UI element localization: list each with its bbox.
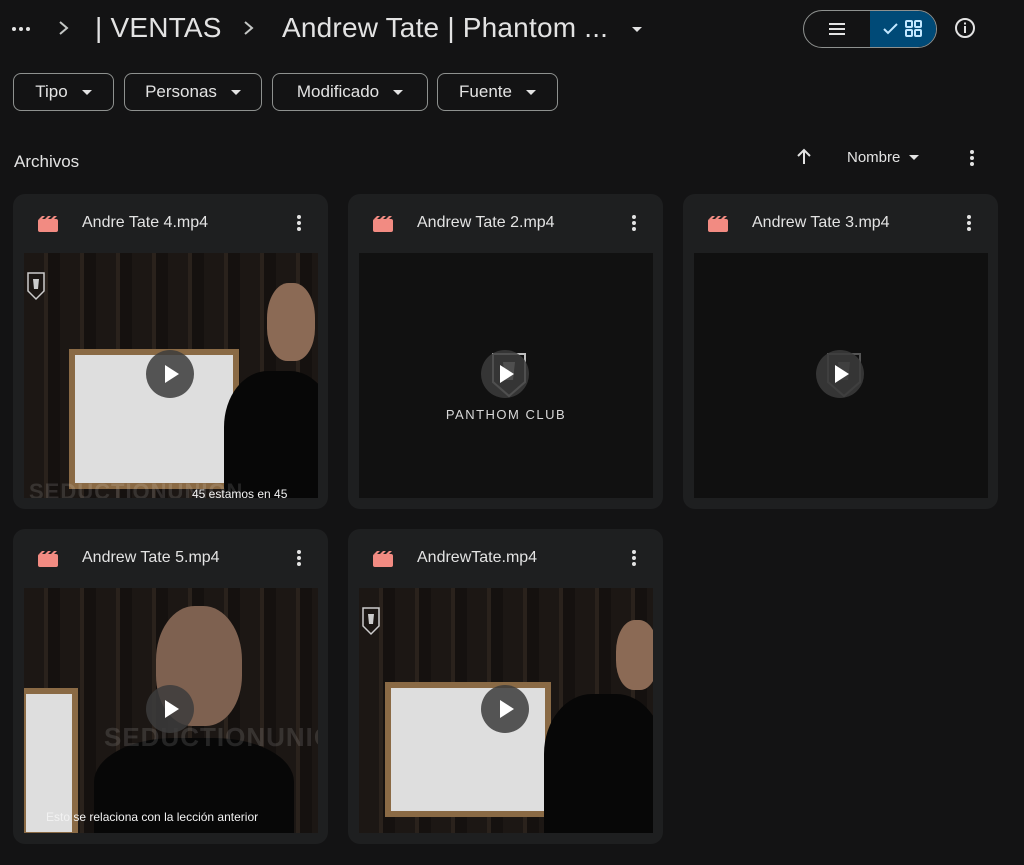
more-vert-icon[interactable]	[289, 548, 309, 568]
filter-chip-label: Fuente	[459, 82, 512, 101]
arrow-up-icon[interactable]	[794, 147, 814, 167]
play-icon[interactable]	[816, 350, 864, 398]
video-thumbnail[interactable]: SEDUCTIONUNION 45 estamos en 45	[24, 253, 318, 498]
sort-by-button[interactable]: Nombre	[847, 149, 920, 166]
list-view-button[interactable]	[804, 11, 870, 47]
file-card[interactable]: AndrewTate.mp4	[348, 529, 663, 844]
file-card[interactable]: Andrew Tate 2.mp4 PANTHOM CLUB	[348, 194, 663, 509]
filter-chip-type[interactable]: Tipo	[13, 73, 114, 111]
file-card[interactable]: Andrew Tate 5.mp4 SEDUCTIONUNION Esto se…	[13, 529, 328, 844]
top-bar: | VENTAS Andrew Tate | Phantom ...	[0, 0, 1024, 58]
person-head	[267, 283, 315, 361]
filter-chip-source[interactable]: Fuente	[437, 73, 558, 111]
file-card[interactable]: Andrew Tate 3.mp4	[683, 194, 998, 509]
more-vert-icon[interactable]	[289, 213, 309, 233]
video-file-icon	[708, 216, 728, 232]
chevron-right-icon	[244, 21, 254, 35]
more-vert-icon[interactable]	[624, 213, 644, 233]
watermark-text: SEDUCTIONUNION	[104, 722, 318, 752]
section-title: Archivos	[14, 152, 80, 171]
breadcrumb-item-current-folder[interactable]: Andrew Tate | Phantom ...	[282, 12, 608, 44]
sort-by-label: Nombre	[847, 149, 901, 166]
filter-chip-label: Tipo	[35, 82, 68, 101]
chevron-right-icon	[59, 21, 69, 35]
club-logo-icon	[27, 272, 45, 301]
filter-chip-label: Personas	[145, 82, 217, 101]
person-head	[616, 620, 653, 690]
filter-chip-modified[interactable]: Modificado	[272, 73, 428, 111]
video-file-icon	[38, 216, 58, 232]
play-icon[interactable]	[481, 685, 529, 733]
video-thumbnail[interactable]	[694, 253, 988, 498]
breadcrumb-more-icon[interactable]	[10, 18, 32, 40]
person-figure	[544, 694, 653, 833]
chevron-down-icon	[909, 155, 920, 160]
play-icon[interactable]	[146, 350, 194, 398]
chevron-down-icon	[81, 89, 92, 95]
file-name: Andrew Tate 2.mp4	[417, 214, 555, 231]
grid-view-button[interactable]	[870, 11, 936, 47]
video-file-icon	[373, 216, 393, 232]
video-file-icon	[373, 551, 393, 567]
filter-chip-label: Modificado	[296, 82, 380, 101]
file-name: Andrew Tate 3.mp4	[752, 214, 890, 231]
video-thumbnail[interactable]: SEDUCTIONUNION Esto se relaciona con la …	[24, 588, 318, 833]
more-vert-icon[interactable]	[959, 213, 979, 233]
info-icon[interactable]	[954, 17, 976, 39]
file-name: Andre Tate 4.mp4	[82, 214, 209, 231]
file-card[interactable]: Andre Tate 4.mp4 SEDUCTIONUNION 45 estam…	[13, 194, 328, 509]
chevron-down-icon	[393, 89, 404, 95]
checkmark-icon	[883, 23, 898, 35]
folder-menu-caret-icon[interactable]	[632, 27, 642, 32]
filter-chip-people[interactable]: Personas	[124, 73, 262, 111]
video-thumbnail[interactable]	[359, 588, 653, 833]
breadcrumb-item-ventas[interactable]: | VENTAS	[95, 12, 222, 44]
video-file-icon	[38, 551, 58, 567]
chevron-down-icon	[230, 89, 241, 95]
file-name: Andrew Tate 5.mp4	[82, 549, 220, 566]
club-logo-icon	[362, 607, 380, 636]
video-thumbnail[interactable]: PANTHOM CLUB	[359, 253, 653, 498]
view-toggle	[803, 10, 937, 48]
brand-text: PANTHOM CLUB	[445, 407, 567, 422]
file-name: AndrewTate.mp4	[417, 549, 538, 566]
play-icon[interactable]	[481, 350, 529, 398]
more-vert-icon[interactable]	[624, 548, 644, 568]
more-vert-icon[interactable]	[962, 148, 982, 168]
video-subtitle: Esto se relaciona con la lección anterio…	[46, 810, 259, 824]
chevron-down-icon	[525, 89, 536, 95]
list-icon	[829, 23, 845, 35]
grid-icon	[905, 20, 922, 37]
video-subtitle: 45 estamos en 45	[192, 487, 288, 498]
play-icon[interactable]	[146, 685, 194, 733]
